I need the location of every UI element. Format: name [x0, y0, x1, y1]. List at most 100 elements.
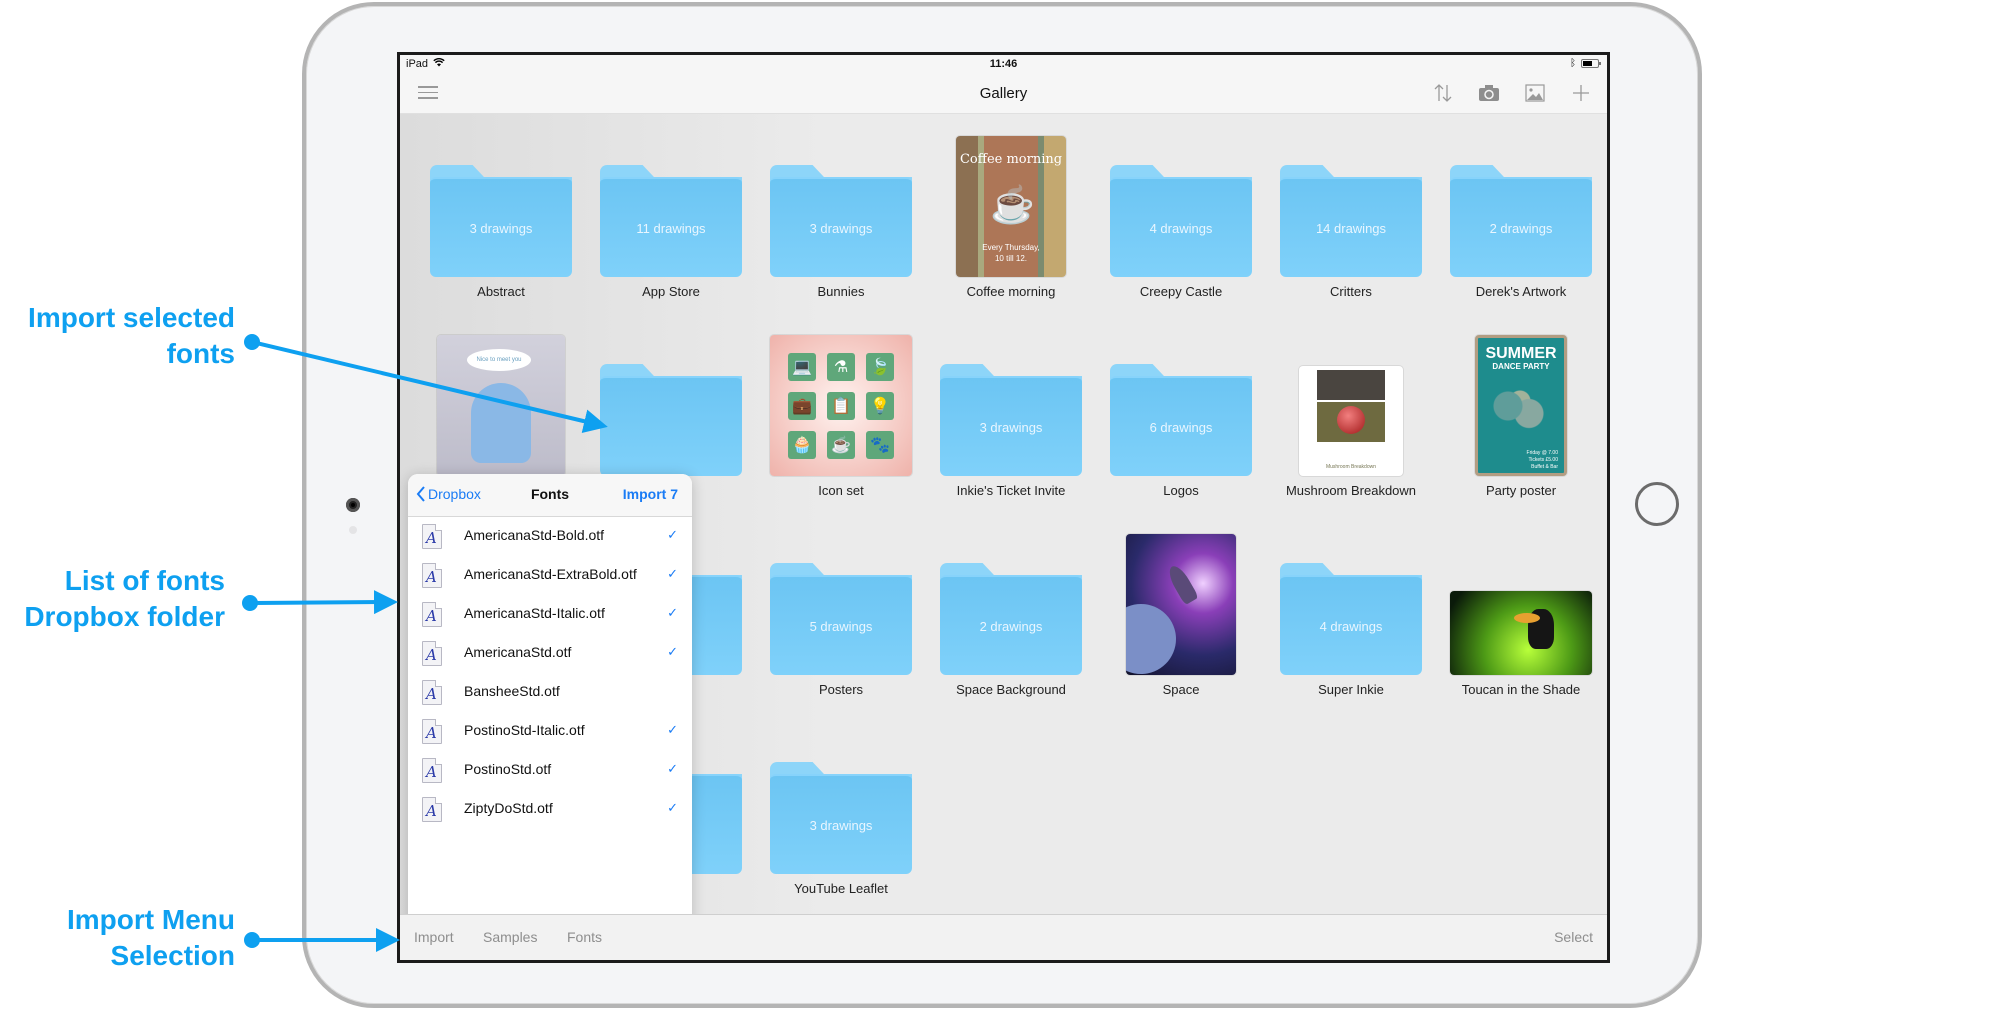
gallery-item[interactable]: Mushroom Breakdown Mushroom Breakdown	[1266, 313, 1436, 512]
home-button[interactable]	[1635, 482, 1679, 526]
art-text: 10 till 12.	[994, 254, 1028, 263]
folder-icon	[600, 364, 742, 476]
item-label: Party poster	[1485, 483, 1557, 498]
item-label: YouTube Leaflet	[794, 881, 888, 896]
gallery-item[interactable]: Coffee morning ☕ Every Thursday, 10 till 12…	[926, 114, 1096, 313]
tab-fonts[interactable]: Fonts	[567, 929, 602, 945]
thumbnail: Mushroom Breakdown	[1266, 313, 1436, 476]
select-button[interactable]: Select	[1554, 929, 1593, 945]
thumbnail: 3 drawings	[416, 114, 586, 277]
font-file-name: ZiptyDoStd.otf	[464, 800, 553, 816]
icon-tile: 🐾	[866, 430, 894, 459]
thumbnail: 3 drawings	[926, 313, 1096, 476]
icon-tile: 💻	[788, 352, 816, 381]
thumbnail: 3 drawings	[756, 114, 926, 277]
font-file-row[interactable]: A PostinoStd-Italic.otf ✓	[408, 712, 692, 751]
thumbnail: 4 drawings	[1096, 114, 1266, 277]
drawing-count: 3 drawings	[469, 220, 533, 236]
item-label: App Store	[642, 284, 700, 299]
item-label: Space	[1162, 682, 1200, 697]
font-file-row[interactable]: A AmericanaStd-Italic.otf ✓	[408, 595, 692, 634]
icons-artwork: 💻 ⚗ 🍃 💼 📋 💡 🧁 ☕ 🐾	[770, 335, 912, 476]
clock: 11:46	[989, 58, 1018, 70]
toucan-artwork	[1450, 591, 1592, 675]
gallery-item[interactable]: 6 drawings Logos	[1096, 313, 1266, 512]
font-file-name: AmericanaStd-Italic.otf	[464, 605, 605, 621]
gallery-item[interactable]: 5 drawings Posters	[756, 512, 926, 711]
gallery-item[interactable]: 4 drawings Super Inkie	[1266, 512, 1436, 711]
gallery-item[interactable]: SUMMER DANCE PARTY Friday @ 7.00 Tickets £5…	[1436, 313, 1606, 512]
item-label: Posters	[818, 682, 864, 697]
font-file-icon: A	[422, 563, 442, 588]
font-file-row[interactable]: A AmericanaStd.otf ✓	[408, 634, 692, 673]
tab-import[interactable]: Import	[414, 929, 454, 945]
drawing-count: 3 drawings	[809, 817, 873, 833]
font-file-row[interactable]: A PostinoStd.otf ✓	[408, 751, 692, 790]
thumbnail: 11 drawings	[586, 114, 756, 277]
font-file-row[interactable]: A AmericanaStd-ExtraBold.otf ✓	[408, 556, 692, 595]
item-label: Toucan in the Shade	[1461, 682, 1581, 697]
drawing-count: 2 drawings	[979, 618, 1043, 634]
gallery-item[interactable]: 3 drawings Inkie's Ticket Invite	[926, 313, 1096, 512]
gallery-item[interactable]: 4 drawings Creepy Castle	[1096, 114, 1266, 313]
annotation-list-of-fonts: List of fonts Dropbox folder	[0, 563, 225, 635]
item-label: Mushroom Breakdown	[1285, 483, 1417, 498]
icon-tile: 💼	[788, 391, 816, 420]
annotation-import-menu: Import Menu Selection	[0, 902, 235, 974]
art-text: Friday @ 7.00	[1526, 450, 1558, 456]
add-icon[interactable]	[1569, 81, 1593, 105]
rocket-icon	[1165, 562, 1199, 606]
thumbnail: 2 drawings	[1436, 114, 1606, 277]
drawing-count: 3 drawings	[809, 220, 873, 236]
gallery-item[interactable]: 3 drawings Bunnies	[756, 114, 926, 313]
font-file-name: AmericanaStd.otf	[464, 644, 572, 660]
font-file-name: AmericanaStd-ExtraBold.otf	[464, 566, 637, 582]
gallery-item[interactable]: 3 drawings Abstract	[416, 114, 586, 313]
mushroom-artwork: Mushroom Breakdown	[1299, 366, 1403, 476]
item-label: Derek's Artwork	[1475, 284, 1567, 299]
coffee-cup-icon: ☕	[990, 184, 1035, 225]
thumbnail: 2 drawings	[926, 512, 1096, 675]
gallery-item[interactable]: 💻 ⚗ 🍃 💼 📋 💡 🧁 ☕ 🐾 Icon set	[756, 313, 926, 512]
gallery-item[interactable]: 3 drawings YouTube Leaflet	[756, 711, 926, 910]
item-label: Bunnies	[817, 284, 865, 299]
thumbnail: 6 drawings	[1096, 313, 1266, 476]
gallery-item[interactable]: 11 drawings App Store	[586, 114, 756, 313]
nav-bar: Gallery	[400, 73, 1607, 114]
front-camera	[346, 498, 360, 512]
item-label: Critters	[1330, 284, 1372, 299]
gallery-item[interactable]: 2 drawings Derek's Artwork	[1436, 114, 1606, 313]
icon-tile: 🧁	[788, 430, 816, 459]
annotation-line: fonts	[166, 338, 235, 369]
annotation-line: Import Menu	[67, 904, 235, 935]
gallery-item[interactable]: Space	[1096, 512, 1266, 711]
sort-icon[interactable]	[1431, 81, 1455, 105]
font-file-row[interactable]: A AmericanaStd-Bold.otf ✓	[408, 517, 692, 556]
annotation-import-selected: Import selected fonts	[0, 300, 235, 372]
font-file-list: A AmericanaStd-Bold.otf ✓ A AmericanaStd-Ext…	[408, 517, 692, 829]
photo-library-icon[interactable]	[1523, 81, 1547, 105]
ambient-sensor	[349, 526, 357, 534]
coffee-artwork: Coffee morning ☕ Every Thursday, 10 till 12…	[956, 136, 1066, 277]
gallery-content: 3 drawings Abstract 11 drawings App Store 3 …	[400, 114, 1607, 960]
gallery-item[interactable]: 14 drawings Critters	[1266, 114, 1436, 313]
item-label: Space Background	[956, 682, 1066, 697]
ipad-screen: iPad 11:46 ᛒ Gallery 3 drawings Abstract…	[397, 52, 1610, 963]
font-file-row[interactable]: A ZiptyDoStd.otf ✓	[408, 790, 692, 829]
space-artwork	[1126, 534, 1236, 675]
drawing-count: 4 drawings	[1319, 618, 1383, 634]
tab-samples[interactable]: Samples	[483, 929, 537, 945]
checkmark-icon: ✓	[667, 605, 678, 620]
gallery-item[interactable]: 2 drawings Space Background	[926, 512, 1096, 711]
icon-tile: ☕	[827, 430, 855, 459]
camera-icon[interactable]	[1477, 81, 1501, 105]
thumbnail: 4 drawings	[1266, 512, 1436, 675]
drawing-count: 3 drawings	[979, 419, 1043, 435]
thumbnail: 3 drawings	[756, 711, 926, 874]
import-selected-button[interactable]: Import 7	[623, 486, 678, 502]
fonts-popover: Dropbox Fonts Import 7 A AmericanaStd-Bol…	[408, 474, 692, 960]
font-file-row[interactable]: A BansheeStd.otf	[408, 673, 692, 712]
folder-icon: 14 drawings	[1280, 165, 1422, 277]
drawing-count: 5 drawings	[809, 618, 873, 634]
gallery-item[interactable]: Toucan in the Shade	[1436, 512, 1606, 711]
